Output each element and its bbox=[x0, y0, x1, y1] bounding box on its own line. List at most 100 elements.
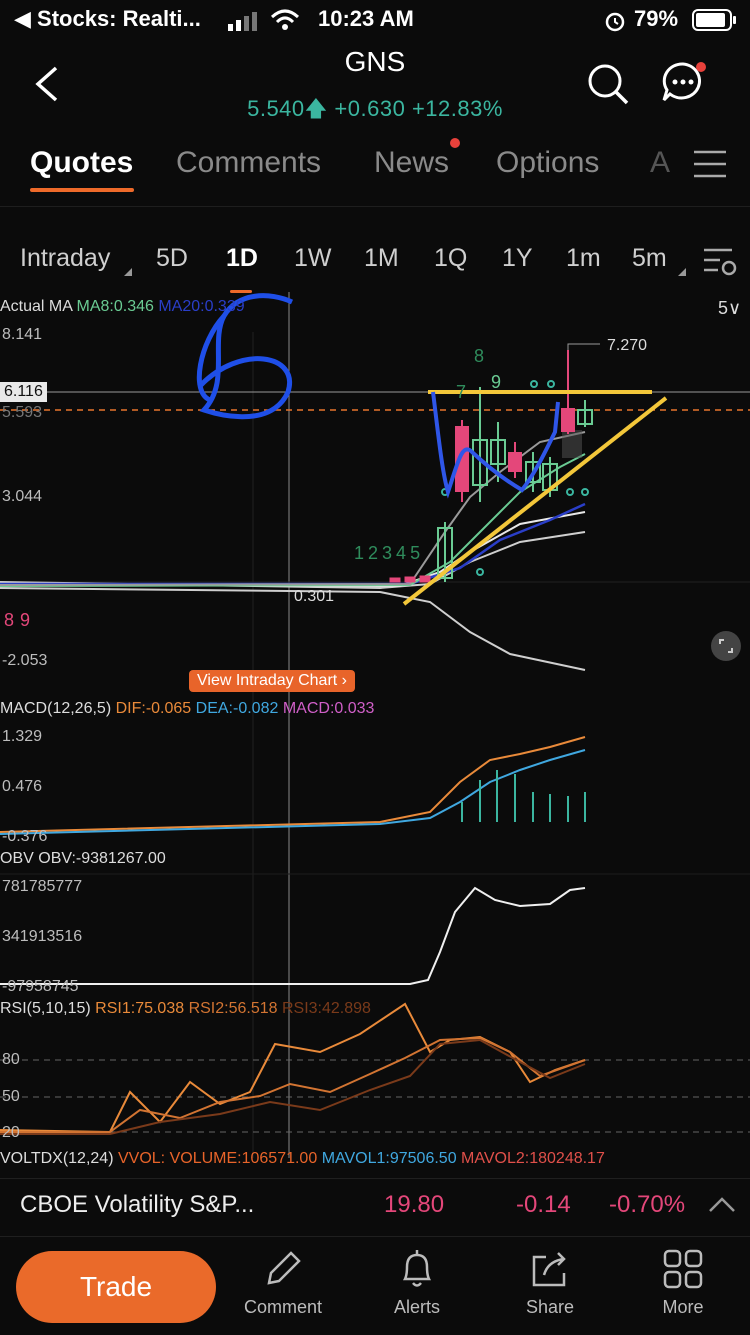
clock: 10:23 AM bbox=[318, 6, 414, 31]
period-5min[interactable]: 5m bbox=[632, 244, 667, 273]
period-intraday[interactable]: Intraday bbox=[20, 244, 110, 273]
index-ticker-bar[interactable]: CBOE Volatility S&P... 19.80 -0.14 -0.70… bbox=[0, 1178, 750, 1235]
rsi2-value: RSI2:56.518 bbox=[188, 1000, 278, 1017]
indicator-dropdown[interactable]: 5∨ bbox=[718, 298, 741, 319]
share-icon bbox=[532, 1252, 566, 1287]
trade-button[interactable]: Trade bbox=[16, 1251, 216, 1323]
battery-percent: 79% bbox=[634, 6, 679, 31]
period-1y[interactable]: 1Y bbox=[502, 244, 533, 273]
tab-options[interactable]: Options bbox=[496, 146, 599, 180]
mavol1-value: MAVOL1:97506.50 bbox=[321, 1150, 457, 1167]
share-button[interactable]: Share bbox=[495, 1247, 605, 1318]
view-intraday-chart-button[interactable]: View Intraday Chart › bbox=[189, 670, 355, 692]
voltdx-legend: VOLTDX(12,24) VVOL: VOLUME:106571.00 MAV… bbox=[0, 1150, 605, 1168]
period-1d[interactable]: 1D bbox=[226, 244, 258, 273]
chart-legend: Actual MA MA8:0.346 MA20:0.339 bbox=[0, 298, 245, 316]
obv-value: OBV:-9381267.00 bbox=[38, 850, 166, 867]
more-button[interactable]: More bbox=[628, 1247, 738, 1318]
index-change-pct: -0.70% bbox=[609, 1191, 686, 1218]
rsi-tick-80: 80 bbox=[2, 1051, 20, 1068]
td-seq-7: 7 bbox=[456, 382, 467, 402]
obv-tick-mid: 341913516 bbox=[2, 928, 83, 945]
comment-button[interactable]: Comment bbox=[228, 1247, 338, 1318]
y-tick-mid: 3.044 bbox=[2, 488, 43, 505]
volume-value: VOLUME:106571.00 bbox=[169, 1150, 318, 1167]
alarm-icon bbox=[605, 12, 625, 32]
index-price: 19.80 bbox=[384, 1191, 445, 1218]
ma20-label: MA20:0.339 bbox=[158, 298, 245, 315]
share-label: Share bbox=[525, 1297, 575, 1317]
price-change-pct: +12.83% bbox=[411, 96, 503, 121]
period-1w[interactable]: 1W bbox=[294, 244, 332, 273]
period-5d[interactable]: 5D bbox=[156, 244, 188, 273]
macd-dea: DEA:-0.082 bbox=[195, 700, 279, 717]
obv-tick-min: -97958745 bbox=[2, 978, 79, 995]
mavol2-value: MAVOL2:180248.17 bbox=[461, 1150, 605, 1167]
rsi-title: RSI(5,10,15) bbox=[0, 1000, 91, 1017]
active-tab-underline bbox=[30, 188, 134, 192]
chat-icon[interactable] bbox=[660, 60, 710, 108]
td-seq-8: 8 bbox=[474, 346, 485, 366]
divider bbox=[0, 206, 750, 207]
obv-tick-max: 781785777 bbox=[2, 878, 83, 895]
rsi3-value: RSI3:42.898 bbox=[281, 1000, 371, 1017]
actual-label: Actual bbox=[0, 298, 45, 315]
news-dot bbox=[450, 138, 460, 148]
up-arrow-icon: 🡅 bbox=[304, 96, 328, 121]
td-seq-9: 9 bbox=[491, 372, 502, 392]
last-price: 5.540 bbox=[247, 96, 305, 121]
alerts-label: Alerts bbox=[393, 1297, 440, 1317]
signal-icon bbox=[228, 12, 257, 31]
period-1q[interactable]: 1Q bbox=[434, 244, 467, 273]
macd-value: MACD:0.033 bbox=[282, 700, 375, 717]
low-price-label: 0.301 bbox=[294, 588, 335, 605]
dropdown-corner-2 bbox=[678, 268, 686, 276]
high-price-label: 7.270 bbox=[607, 337, 648, 354]
rsi-tick-50: 50 bbox=[2, 1088, 20, 1105]
stock-chart-canvas[interactable] bbox=[0, 292, 750, 1178]
more-label: More bbox=[662, 1297, 704, 1317]
status-bar: ◀ Stocks: Realti... 10:23 AM 79% bbox=[0, 0, 750, 40]
bell-icon bbox=[402, 1250, 432, 1287]
menu-icon[interactable] bbox=[692, 148, 728, 180]
period-1min[interactable]: 1m bbox=[566, 244, 601, 273]
battery-icon bbox=[692, 9, 736, 31]
bottom-nav: Trade Comment Alerts Share More bbox=[0, 1236, 750, 1335]
chevron-up-icon[interactable] bbox=[708, 1195, 736, 1215]
stock-symbol: GNS bbox=[344, 46, 406, 77]
pencil-icon bbox=[267, 1251, 301, 1285]
search-icon[interactable] bbox=[586, 62, 630, 106]
obv-title: OBV bbox=[0, 850, 34, 867]
rsi-legend: RSI(5,10,15) RSI1:75.038 RSI2:56.518 RSI… bbox=[0, 1000, 371, 1018]
period-selector: Intraday 5D 1D 1W 1M 1Q 1Y 1m 5m bbox=[0, 238, 750, 293]
wifi-icon bbox=[270, 9, 300, 30]
td-sequence-red: 89 bbox=[4, 610, 37, 630]
macd-legend: MACD(12,26,5) DIF:-0.065 DEA:-0.082 MACD… bbox=[0, 700, 374, 718]
ma8-label: MA8:0.346 bbox=[76, 298, 154, 315]
macd-title: MACD(12,26,5) bbox=[0, 700, 112, 717]
comment-label: Comment bbox=[243, 1297, 323, 1317]
rsi1-value: RSI1:75.038 bbox=[95, 1000, 185, 1017]
price-summary: 5.540🡅 +0.630 +12.83% bbox=[0, 92, 750, 130]
alerts-button[interactable]: Alerts bbox=[362, 1247, 472, 1318]
index-change: -0.14 bbox=[516, 1191, 571, 1218]
voltdx-title: VOLTDX(12,24) bbox=[0, 1150, 114, 1167]
tab-more-truncated[interactable]: A bbox=[650, 146, 670, 180]
tab-news[interactable]: News bbox=[374, 146, 449, 180]
y-tick-min: -2.053 bbox=[2, 652, 48, 669]
rsi-tick-20: 20 bbox=[2, 1124, 20, 1141]
vvol-label: VVOL: bbox=[117, 1150, 166, 1167]
macd-tick-max: 1.329 bbox=[2, 728, 43, 745]
macd-tick-mid: 0.476 bbox=[2, 778, 43, 795]
crosshair-price-tag: 6.116 bbox=[0, 382, 47, 402]
tab-comments[interactable]: Comments bbox=[176, 146, 321, 180]
index-name: CBOE Volatility S&P... bbox=[20, 1191, 255, 1218]
macd-dif: DIF:-0.065 bbox=[115, 700, 192, 717]
section-tabs: Quotes Comments News Options A bbox=[0, 138, 750, 192]
td-sequence-green: 12345 bbox=[354, 543, 425, 563]
period-1m[interactable]: 1M bbox=[364, 244, 399, 273]
tab-quotes[interactable]: Quotes bbox=[30, 146, 133, 180]
chart-settings-icon[interactable] bbox=[702, 244, 740, 278]
fullscreen-icon[interactable] bbox=[710, 630, 742, 662]
back-to-app-link[interactable]: ◀ Stocks: Realti... bbox=[14, 6, 201, 32]
